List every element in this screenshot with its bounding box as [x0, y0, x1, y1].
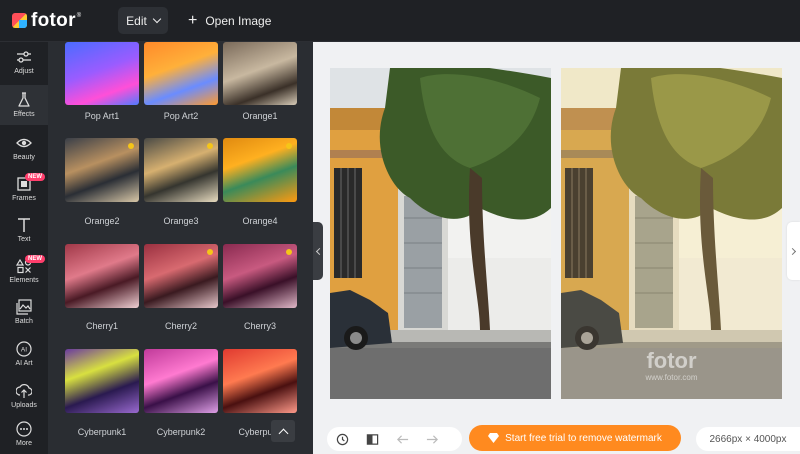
- sidebar-label: Adjust: [14, 68, 34, 75]
- trial-label: Start free trial to remove watermark: [505, 432, 662, 444]
- watermark-url: www.fotor.com: [645, 373, 698, 382]
- premium-badge-icon: [207, 143, 213, 149]
- edit-menu-button[interactable]: Edit: [118, 7, 168, 34]
- canvas-area: fotor www.fotor.com: [313, 42, 800, 454]
- effect-thumbnail-cyberpunk1[interactable]: [65, 349, 139, 413]
- sliders-icon: [17, 51, 31, 63]
- new-badge: NEW: [25, 255, 45, 263]
- sidebar-item-text[interactable]: Text: [0, 210, 48, 250]
- chevron-right-icon: [788, 247, 797, 255]
- effect-label: Orange4: [242, 216, 278, 226]
- dots-icon: [16, 421, 32, 437]
- upload-icon: [16, 384, 32, 398]
- svg-text:AI: AI: [21, 347, 27, 354]
- chevron-up-icon: [278, 428, 288, 438]
- open-image-label: Open Image: [205, 13, 272, 28]
- effect-thumbnail-cherry3[interactable]: [223, 244, 297, 308]
- effect-thumbnail-cyberpunk2[interactable]: [144, 349, 218, 413]
- effect-preview-photo: fotor www.fotor.com: [561, 68, 782, 399]
- edit-label: Edit: [126, 13, 147, 28]
- sidebar-label: Frames: [12, 195, 36, 202]
- top-bar: fotor ® Edit + Open Image: [0, 0, 800, 42]
- history-toolbar: [327, 427, 462, 451]
- history-icon: [336, 433, 348, 445]
- sidebar-item-uploads[interactable]: Uploads: [0, 376, 48, 416]
- effect-label: Cherry3: [243, 321, 276, 331]
- effect-thumbnail-orange1[interactable]: [223, 42, 297, 105]
- diamond-icon: [488, 433, 500, 443]
- sidebar-item-batch[interactable]: Batch: [0, 292, 48, 332]
- redo-button[interactable]: [417, 427, 447, 451]
- compare-icon: [366, 433, 378, 445]
- sidebar-item-beauty[interactable]: Beauty: [0, 128, 48, 168]
- sidebar-item-ai-art[interactable]: AI AI Art: [0, 334, 48, 374]
- text-icon: [18, 218, 30, 232]
- effect-thumbnail-cherry2[interactable]: [144, 244, 218, 308]
- sidebar-item-effects[interactable]: Effects: [0, 85, 48, 125]
- flask-icon: [18, 92, 30, 107]
- new-badge: NEW: [25, 173, 45, 181]
- effect-label: Cyberpunk2: [156, 427, 206, 437]
- sidebar-item-frames[interactable]: NEW Frames: [0, 169, 48, 209]
- image-dimensions: 2666px × 4000px: [696, 427, 800, 451]
- chevron-left-icon: [315, 247, 323, 255]
- fotor-logo-icon: [12, 13, 27, 28]
- sidebar-label: Uploads: [11, 402, 37, 409]
- effect-label: Cherry1: [85, 321, 118, 331]
- effect-thumbnail-orange4[interactable]: [223, 138, 297, 202]
- premium-badge-icon: [286, 143, 292, 149]
- collapse-panel-button[interactable]: [313, 222, 323, 280]
- sidebar-label: Text: [17, 236, 31, 243]
- sidebar-item-elements[interactable]: NEW Elements: [0, 251, 48, 291]
- fotor-editor: fotor ® Edit + Open Image Adjust Effects…: [0, 0, 800, 454]
- sidebar-label: AI Art: [15, 360, 33, 367]
- sidebar-item-more[interactable]: More: [0, 414, 48, 454]
- ai-icon: AI: [16, 341, 32, 357]
- sidebar-label: Beauty: [13, 154, 35, 161]
- plus-icon: +: [188, 11, 198, 29]
- start-free-trial-button[interactable]: Start free trial to remove watermark: [469, 425, 681, 451]
- effects-panel: Pop Art1 Pop Art2 Orange1 Orange2 Orange…: [48, 42, 313, 454]
- effect-label: Cherry2: [164, 321, 197, 331]
- effect-thumbnail-orange2[interactable]: [65, 138, 139, 202]
- effect-thumbnail-orange3[interactable]: [144, 138, 218, 202]
- eye-icon: [16, 138, 32, 148]
- effect-label: Cyberpunk1: [77, 427, 127, 437]
- undo-button[interactable]: [387, 427, 417, 451]
- sidebar-label: More: [16, 440, 32, 447]
- premium-badge-icon: [128, 143, 134, 149]
- redo-arrow-icon: [426, 434, 438, 444]
- premium-badge-icon: [207, 249, 213, 255]
- premium-badge-icon: [286, 249, 292, 255]
- effect-thumbnail-pop-art2[interactable]: [144, 42, 218, 105]
- fotor-logo[interactable]: fotor ®: [12, 10, 104, 32]
- undo-arrow-icon: [396, 434, 408, 444]
- original-photo: [330, 68, 551, 399]
- history-button[interactable]: [327, 427, 357, 451]
- sidebar-item-adjust[interactable]: Adjust: [0, 42, 48, 82]
- watermark-logo: fotor: [646, 348, 697, 373]
- effect-thumbnail-cyberpunk3[interactable]: [223, 349, 297, 413]
- logo-registered-mark: ®: [76, 12, 82, 19]
- tool-sidebar: Adjust Effects Beauty NEW Frames Text NE…: [0, 42, 48, 454]
- effect-label: Orange1: [242, 111, 278, 121]
- expand-right-panel-button[interactable]: [787, 222, 800, 280]
- effect-label: Orange3: [163, 216, 199, 226]
- effect-label: Pop Art1: [84, 111, 120, 121]
- image-stack-icon: [16, 299, 32, 315]
- open-image-button[interactable]: + Open Image: [188, 11, 272, 29]
- effect-label: Pop Art2: [163, 111, 199, 121]
- street-photo-original: [330, 68, 551, 399]
- effect-label: Orange2: [84, 216, 120, 226]
- effect-thumbnail-cherry1[interactable]: [65, 244, 139, 308]
- logo-text: fotor: [31, 9, 76, 31]
- compare-button[interactable]: [357, 427, 387, 451]
- sidebar-label: Elements: [9, 277, 39, 284]
- scroll-to-top-button[interactable]: [271, 420, 295, 442]
- sidebar-label: Batch: [15, 318, 33, 325]
- effect-thumbnail-pop-art1[interactable]: [65, 42, 139, 105]
- sidebar-label: Effects: [13, 111, 35, 118]
- chevron-down-icon: [152, 14, 162, 24]
